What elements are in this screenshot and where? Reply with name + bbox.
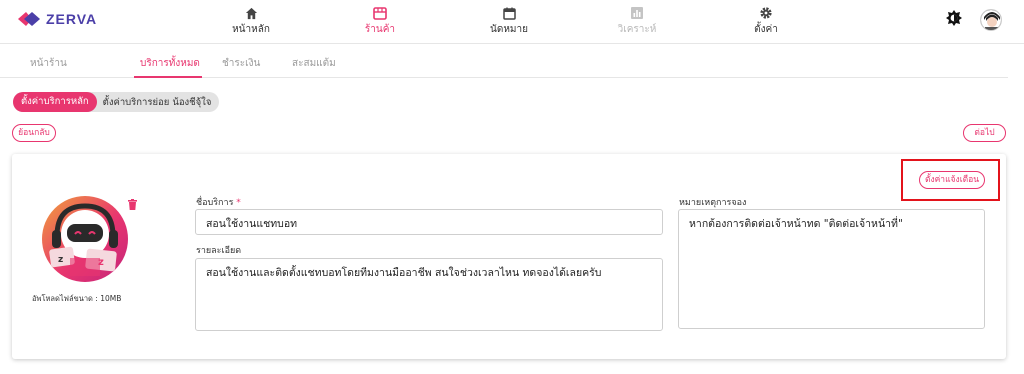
- user-avatar[interactable]: [980, 9, 1002, 31]
- theme-toggle-button[interactable]: [946, 10, 962, 30]
- service-image[interactable]: z z: [42, 196, 128, 282]
- home-icon: [245, 7, 257, 19]
- nav-home[interactable]: หน้าหลัก: [216, 4, 286, 37]
- upload-size-note: อัพโหลดไฟล์ขนาด : 10MB: [32, 294, 122, 303]
- svg-text:z: z: [58, 255, 63, 265]
- service-name-label-text: ชื่อบริการ: [196, 198, 234, 208]
- nav-store[interactable]: ร้านค้า: [345, 4, 415, 37]
- service-name-label: ชื่อบริการ *: [196, 195, 241, 209]
- back-button[interactable]: ย้อนกลับ: [12, 124, 56, 142]
- notification-settings-highlight: [901, 159, 1000, 201]
- nav-analytics[interactable]: วิเคราะห์: [602, 4, 672, 37]
- store-subtabs: หน้าร้าน บริการทั้งหมด ชำระเงิน สะสมแต้ม: [0, 48, 1008, 78]
- top-navigation-bar: ZERVA หน้าหลัก ร้านค้า นัดหมาย วิเคราะห์…: [0, 0, 1024, 44]
- service-detail-label: รายละเอียด: [196, 246, 242, 256]
- active-tab-indicator: [134, 76, 202, 78]
- user-avatar-icon: [981, 10, 1001, 30]
- nav-store-label: ร้านค้า: [364, 24, 396, 35]
- required-asterisk: *: [236, 198, 241, 208]
- nav-appointments[interactable]: นัดหมาย: [474, 4, 544, 37]
- main-service-settings-option[interactable]: ตั้งค่าบริการหลัก: [13, 92, 97, 112]
- nav-analytics-label: วิเคราะห์: [617, 24, 657, 35]
- next-button[interactable]: ต่อไป: [963, 124, 1006, 142]
- service-detail-textarea[interactable]: สอนใช้งานและติดตั้งแชทบอทโดยทีมงานมืออาช…: [195, 258, 663, 331]
- brand-name: ZERVA: [46, 11, 98, 27]
- chart-icon: [631, 7, 643, 19]
- booking-remark-label: หมายเหตุการจอง: [679, 198, 747, 208]
- trash-icon: [128, 199, 137, 210]
- chatbot-robot-icon: z z: [49, 203, 118, 276]
- tab-storefront[interactable]: หน้าร้าน: [30, 56, 67, 71]
- calendar-icon: [502, 7, 516, 20]
- zerva-logo-icon: [18, 12, 40, 26]
- tab-payment[interactable]: ชำระเงิน: [222, 56, 260, 71]
- tab-all-services[interactable]: บริการทั้งหมด: [140, 56, 200, 71]
- delete-image-button[interactable]: [128, 195, 137, 214]
- brightness-icon: [946, 10, 962, 26]
- nav-settings-label: ตั้งค่า: [754, 24, 778, 35]
- service-settings-toggle: ตั้งค่าบริการหลัก ตั้งค่าบริการย่อย น้อง…: [13, 92, 220, 112]
- tab-points[interactable]: สะสมแต้ม: [292, 56, 336, 71]
- zerva-logo[interactable]: ZERVA: [18, 11, 97, 27]
- sub-service-settings-option[interactable]: ตั้งค่าบริการย่อย น้องชีจุ้ใจ: [97, 95, 220, 110]
- nav-home-label: หน้าหลัก: [232, 24, 270, 35]
- service-name-input[interactable]: สอนใช้งานแชทบอท: [195, 209, 663, 235]
- nav-settings[interactable]: ตั้งค่า: [731, 4, 801, 37]
- nav-appointments-label: นัดหมาย: [490, 24, 528, 35]
- gear-icon: [760, 7, 772, 19]
- booking-remark-textarea[interactable]: หากต้องการติดต่อเจ้าหน้าทด "ติดต่อเจ้าหน…: [678, 209, 985, 329]
- store-icon: [373, 6, 387, 20]
